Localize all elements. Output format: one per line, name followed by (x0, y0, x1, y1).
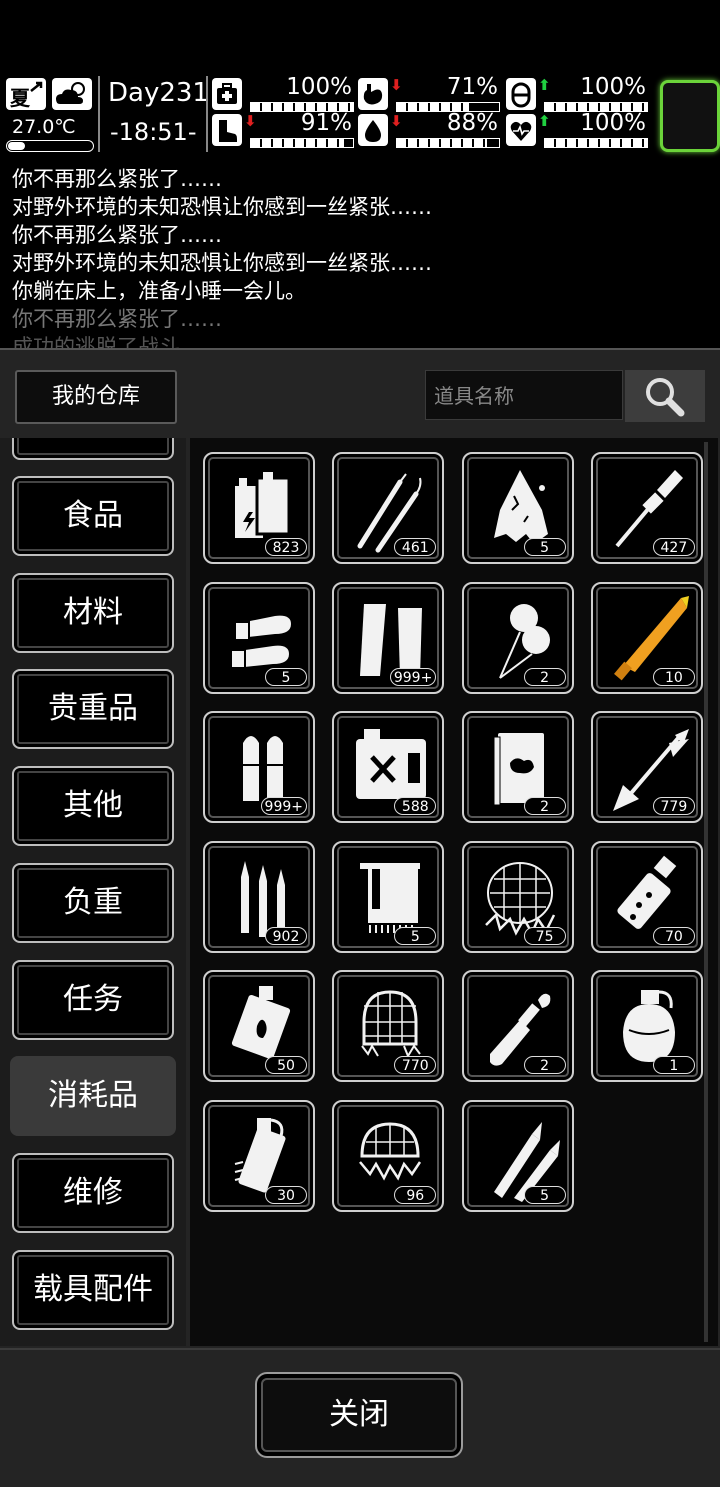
stat-percent: 88% (446, 110, 498, 136)
item-count: 30 (265, 1186, 307, 1204)
item-slot[interactable]: 75 (461, 840, 574, 953)
item-slot[interactable]: 96 (332, 1100, 445, 1212)
item-count: 999+ (260, 797, 307, 816)
item-count: 779 (652, 797, 695, 816)
item-slot[interactable]: 2 (461, 581, 574, 694)
item-slot[interactable]: 999+ (203, 711, 315, 824)
item-slot[interactable]: 2 (461, 970, 574, 1083)
item-slot[interactable]: 50 (203, 970, 315, 1083)
item-slot[interactable]: 902 (203, 840, 315, 953)
stomach-icon (358, 78, 388, 110)
stat-percent: 100% (286, 74, 352, 100)
category-tab[interactable]: 贵重品 (12, 669, 174, 750)
item-count: 902 (265, 926, 307, 945)
category-tab[interactable]: 维修 (12, 1152, 174, 1233)
item-slot[interactable]: 5 (461, 452, 574, 564)
status-bar: 夏 27.0℃ Day231 -18:51- 100% ⬇ 71% ⬆ 100% ⬇ 91%… (0, 72, 720, 156)
log-line: 你不再那么紧张了…… (12, 223, 222, 247)
category-tab[interactable]: 消耗品 (10, 1056, 176, 1137)
item-count: 5 (523, 538, 566, 556)
category-tab[interactable]: 食品 (12, 476, 174, 556)
warehouse-title: 我的仓库 (15, 370, 177, 424)
item-slot[interactable]: 70 (590, 840, 703, 953)
partly-cloudy-icon (52, 78, 92, 110)
item-slot[interactable]: 770 (332, 970, 445, 1083)
item-slot[interactable]: 10 (590, 581, 703, 694)
item-slot[interactable]: 999+ (332, 581, 445, 694)
item-slot[interactable]: 2 (461, 711, 574, 824)
item-count: 2 (523, 667, 566, 686)
item-count: 96 (394, 1186, 437, 1204)
stat-percent: 100% (580, 110, 646, 136)
day-counter: Day231 (108, 78, 209, 108)
item-count: 70 (652, 926, 695, 945)
stat-bar (544, 138, 648, 148)
close-button[interactable]: 关闭 (255, 1372, 463, 1458)
item-count: 5 (265, 667, 307, 686)
boot-icon (212, 114, 242, 146)
item-count: 5 (394, 926, 437, 945)
item-count: 1 (652, 1056, 695, 1075)
temperature: 27.0℃ (12, 116, 76, 138)
category-tab[interactable]: 材料 (12, 572, 174, 653)
category-list[interactable]: 食品材料贵重品其他负重任务消耗品维修载具配件 (0, 438, 186, 1346)
season-label: 夏 (10, 86, 30, 110)
search-button[interactable] (625, 370, 705, 422)
pill-icon (506, 78, 536, 110)
item-count: 2 (523, 797, 566, 816)
log-line: 对野外环境的未知恐惧让你感到一丝紧张…… (12, 251, 432, 275)
message-log: 你不再那么紧张了…… 对野外环境的未知恐惧让你感到一丝紧张…… 你不再那么紧张了… (12, 165, 712, 361)
item-count: 823 (265, 538, 307, 556)
divider (206, 76, 208, 152)
item-count: 427 (652, 538, 695, 556)
log-line: 你不再那么紧张了…… (12, 167, 222, 191)
item-slot[interactable]: 5 (332, 840, 445, 953)
clock: -18:51- (110, 118, 197, 146)
stat-bar (396, 138, 500, 148)
grid-scrollbar[interactable] (704, 442, 708, 1342)
category-tab[interactable]: 载具配件 (12, 1249, 174, 1330)
stat-percent: 91% (300, 110, 352, 136)
divider (98, 76, 100, 152)
season-indicator: 夏 (6, 78, 46, 110)
item-slot[interactable]: 1 (590, 970, 703, 1083)
item-count: 5 (523, 1186, 566, 1204)
item-slot[interactable]: 461 (332, 452, 445, 564)
item-count: 50 (265, 1056, 307, 1075)
medkit-icon (212, 78, 242, 110)
item-count: 588 (394, 797, 437, 816)
category-tab[interactable]: 其他 (12, 766, 174, 847)
water-drop-icon (358, 114, 388, 146)
log-line: 你不再那么紧张了…… (12, 307, 222, 331)
category-tab[interactable]: 负重 (12, 862, 174, 943)
stat-percent: 71% (446, 74, 498, 100)
item-count: 461 (394, 538, 437, 556)
search-icon (646, 378, 685, 417)
item-count: 75 (523, 926, 566, 945)
log-line: 你躺在床上，准备小睡一会儿。 (12, 279, 306, 303)
item-count: 2 (523, 1056, 566, 1075)
item-count: 999+ (389, 667, 437, 686)
stat-percent: 100% (580, 74, 646, 100)
equip-slot[interactable] (660, 80, 720, 152)
item-slot[interactable]: 823 (203, 452, 315, 564)
stat-bar (250, 138, 354, 148)
item-slot[interactable]: 588 (332, 711, 445, 824)
item-slot[interactable]: 779 (590, 711, 703, 824)
item-slot[interactable]: 5 (461, 1100, 574, 1212)
category-partial[interactable] (12, 438, 174, 460)
sun-corner-icon (30, 81, 43, 92)
temperature-gauge (6, 140, 94, 152)
item-slot[interactable]: 5 (203, 581, 315, 694)
search-input[interactable]: 道具名称 (425, 370, 623, 420)
item-count: 10 (652, 667, 695, 686)
log-line: 对野外环境的未知恐惧让你感到一丝紧张…… (12, 195, 432, 219)
category-tab[interactable]: 任务 (12, 959, 174, 1040)
temperature-gauge-fill (8, 142, 25, 150)
item-count: 770 (394, 1056, 437, 1075)
heart-icon (506, 114, 536, 146)
item-slot[interactable]: 427 (590, 452, 703, 564)
item-slot[interactable]: 30 (203, 1100, 315, 1212)
